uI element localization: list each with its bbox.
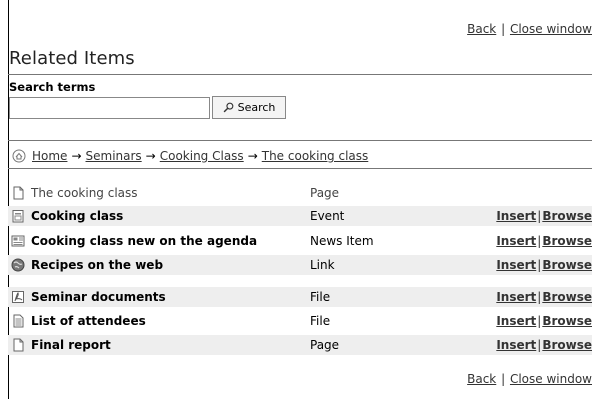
table-row: Cooking class new on the agenda News Ite… xyxy=(8,231,592,251)
back-link-top[interactable]: Back xyxy=(467,22,496,36)
browse-link[interactable]: Browse xyxy=(542,258,592,272)
link-separator: | xyxy=(501,372,506,386)
search-button[interactable]: Search xyxy=(212,96,286,119)
insert-link[interactable]: Insert xyxy=(496,234,536,248)
close-window-link-top[interactable]: Close window xyxy=(510,22,592,36)
insert-link[interactable]: Insert xyxy=(496,338,536,352)
breadcrumb-arrow: → xyxy=(145,149,156,163)
table-row: Final report Page Insert|Browse xyxy=(8,335,592,355)
table-row: List of attendees File Insert|Browse xyxy=(8,311,592,331)
insert-link[interactable]: Insert xyxy=(496,314,536,328)
item-actions: Insert|Browse xyxy=(496,314,592,328)
browse-link[interactable]: Browse xyxy=(542,290,592,304)
bottom-window-links: Back | Close window xyxy=(467,372,592,386)
item-type: Page xyxy=(310,338,340,352)
item-actions: Insert|Browse xyxy=(496,290,592,304)
news-item-icon xyxy=(11,234,25,248)
current-item-row: The cooking class Page xyxy=(8,183,592,203)
item-type: File xyxy=(310,290,331,304)
table-row: Recipes on the web Link Insert|Browse xyxy=(8,255,592,275)
browse-link[interactable]: Browse xyxy=(542,338,592,352)
table-row: Seminar documents File Insert|Browse xyxy=(8,287,592,307)
item-type: Link xyxy=(310,258,335,272)
breadcrumb-cooking-class[interactable]: Cooking Class xyxy=(160,149,244,163)
breadcrumb-arrow: → xyxy=(71,149,82,163)
insert-link[interactable]: Insert xyxy=(496,209,536,223)
item-name[interactable]: Cooking class xyxy=(31,209,310,223)
breadcrumb: Home → Seminars → Cooking Class → The co… xyxy=(12,149,368,163)
close-window-link-bottom[interactable]: Close window xyxy=(510,372,592,386)
insert-link[interactable]: Insert xyxy=(496,290,536,304)
breadcrumb-home[interactable]: Home xyxy=(32,149,67,163)
breadcrumb-top-divider xyxy=(8,140,592,141)
browse-link[interactable]: Browse xyxy=(542,314,592,328)
item-name[interactable]: List of attendees xyxy=(31,314,310,328)
text-file-icon xyxy=(11,314,25,328)
item-type: Event xyxy=(310,209,345,223)
breadcrumb-bottom-divider xyxy=(8,168,592,169)
globe-link-icon xyxy=(11,258,25,272)
item-type: News Item xyxy=(310,234,374,248)
breadcrumb-arrow: → xyxy=(247,149,258,163)
top-window-links: Back | Close window xyxy=(467,22,592,36)
search-icon xyxy=(223,102,233,113)
search-button-label: Search xyxy=(237,101,276,114)
search-input[interactable] xyxy=(9,97,210,119)
insert-link[interactable]: Insert xyxy=(496,258,536,272)
current-item-type: Page xyxy=(310,186,340,200)
breadcrumb-seminars[interactable]: Seminars xyxy=(86,149,142,163)
item-name[interactable]: Seminar documents xyxy=(31,290,310,304)
item-name[interactable]: Cooking class new on the agenda xyxy=(31,234,310,248)
browse-link[interactable]: Browse xyxy=(542,209,592,223)
page-icon xyxy=(11,186,25,200)
page-title: Related Items xyxy=(9,48,135,69)
item-actions: Insert|Browse xyxy=(496,209,592,223)
event-icon xyxy=(11,209,25,223)
browse-link[interactable]: Browse xyxy=(542,234,592,248)
home-icon xyxy=(12,149,26,163)
item-type: File xyxy=(310,314,331,328)
breadcrumb-current[interactable]: The cooking class xyxy=(262,149,369,163)
item-actions: Insert|Browse xyxy=(496,234,592,248)
pdf-file-icon xyxy=(11,290,25,304)
item-actions: Insert|Browse xyxy=(496,258,592,272)
page-icon xyxy=(11,338,25,352)
title-divider xyxy=(8,74,592,75)
search-label: Search terms xyxy=(9,80,96,94)
item-actions: Insert|Browse xyxy=(496,338,592,352)
item-name[interactable]: Final report xyxy=(31,338,310,352)
link-separator: | xyxy=(501,22,506,36)
item-name[interactable]: Recipes on the web xyxy=(31,258,310,272)
back-link-bottom[interactable]: Back xyxy=(467,372,496,386)
current-item-name: The cooking class xyxy=(31,186,138,200)
table-row: Cooking class Event Insert|Browse xyxy=(8,206,592,226)
